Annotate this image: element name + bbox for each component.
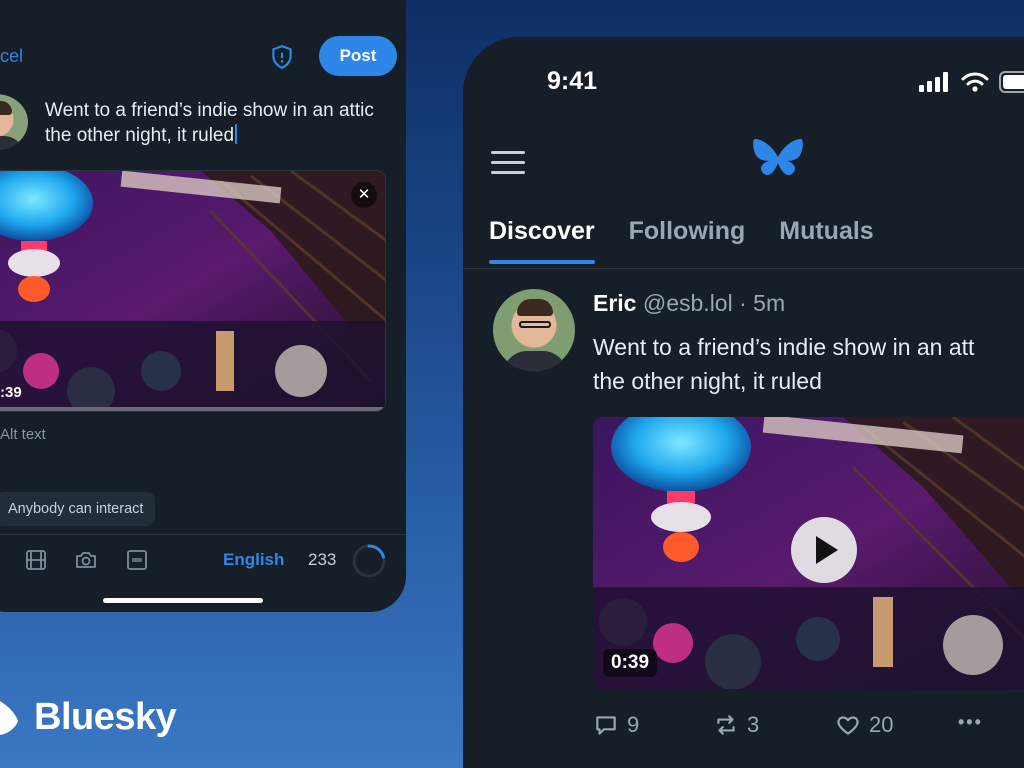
cancel-button[interactable]: ncel	[0, 46, 23, 67]
avatar	[0, 94, 28, 150]
butterfly-logo-icon	[0, 700, 18, 735]
reply-count: 9	[627, 712, 640, 737]
camera-icon[interactable]	[74, 548, 98, 572]
post-timestamp: 5m	[753, 290, 786, 316]
repost-icon	[717, 715, 735, 735]
reply-button[interactable]: 9	[593, 712, 639, 738]
bluesky-butterfly-icon[interactable]	[753, 137, 803, 183]
media-duration: :39	[0, 384, 22, 401]
composer-screen: ncel Post Went to a friend’s indie show …	[0, 0, 406, 612]
more-options-button[interactable]: •••	[958, 712, 983, 733]
battery-icon	[999, 71, 1024, 93]
post-button[interactable]: Post	[319, 36, 397, 76]
language-selector[interactable]: English	[223, 550, 284, 570]
compose-text: Went to a friend’s indie show in an atti…	[45, 100, 374, 146]
feed-screen: 9:41 Discover Following Mutuals Eric @es…	[463, 37, 1024, 768]
more-icon: •••	[958, 712, 983, 732]
post-header: Eric @esb.lol · 5m	[593, 290, 785, 317]
play-button[interactable]	[791, 517, 857, 583]
toolbar-divider	[0, 534, 406, 535]
status-bar-icons	[919, 71, 1024, 93]
alt-text-button[interactable]: Alt text	[0, 426, 46, 443]
wifi-icon	[961, 72, 989, 92]
author-name[interactable]: Eric	[593, 290, 636, 316]
home-indicator	[103, 598, 263, 603]
reply-icon	[596, 716, 616, 735]
author-avatar[interactable]	[493, 289, 575, 371]
video-icon[interactable]	[24, 548, 48, 572]
shield-icon[interactable]	[269, 44, 295, 70]
media-thumbnail[interactable]	[0, 170, 386, 412]
remove-media-button[interactable]: ✕	[351, 182, 377, 208]
compose-text-input[interactable]: Went to a friend’s indie show in an atti…	[45, 98, 385, 148]
text-caret	[235, 124, 238, 144]
post-text: Went to a friend’s indie show in an att …	[593, 330, 1024, 398]
tab-mutuals[interactable]: Mutuals	[779, 217, 873, 264]
gif-icon[interactable]	[125, 548, 149, 572]
menu-icon[interactable]	[491, 151, 525, 175]
concert-image	[0, 171, 385, 411]
signal-icon	[919, 72, 948, 92]
status-time: 9:41	[547, 67, 598, 95]
video-duration: 0:39	[603, 649, 658, 677]
tabs-divider	[463, 268, 1024, 269]
post-actions: 9 3 20 •••	[593, 712, 1024, 742]
tab-discover[interactable]: Discover	[489, 217, 595, 264]
header-separator: ·	[739, 290, 747, 316]
brand-name: Bluesky	[34, 696, 177, 738]
character-progress-ring	[352, 544, 386, 578]
post-text-line-1: Went to a friend’s indie show in an att	[593, 334, 975, 360]
feed-tabs: Discover Following Mutuals	[489, 217, 874, 264]
like-count: 20	[869, 712, 894, 737]
interaction-settings-button[interactable]: Anybody can interact	[0, 492, 156, 526]
repost-count: 3	[747, 712, 760, 737]
bluesky-logo: Bluesky	[0, 696, 177, 739]
tab-following[interactable]: Following	[629, 217, 746, 264]
heart-icon	[837, 716, 859, 735]
like-button[interactable]: 20	[835, 712, 893, 738]
post-text-line-2: the other night, it ruled	[593, 368, 822, 394]
repost-button[interactable]: 3	[713, 712, 759, 738]
character-count: 233	[308, 550, 337, 569]
author-handle[interactable]: @esb.lol	[643, 290, 733, 316]
